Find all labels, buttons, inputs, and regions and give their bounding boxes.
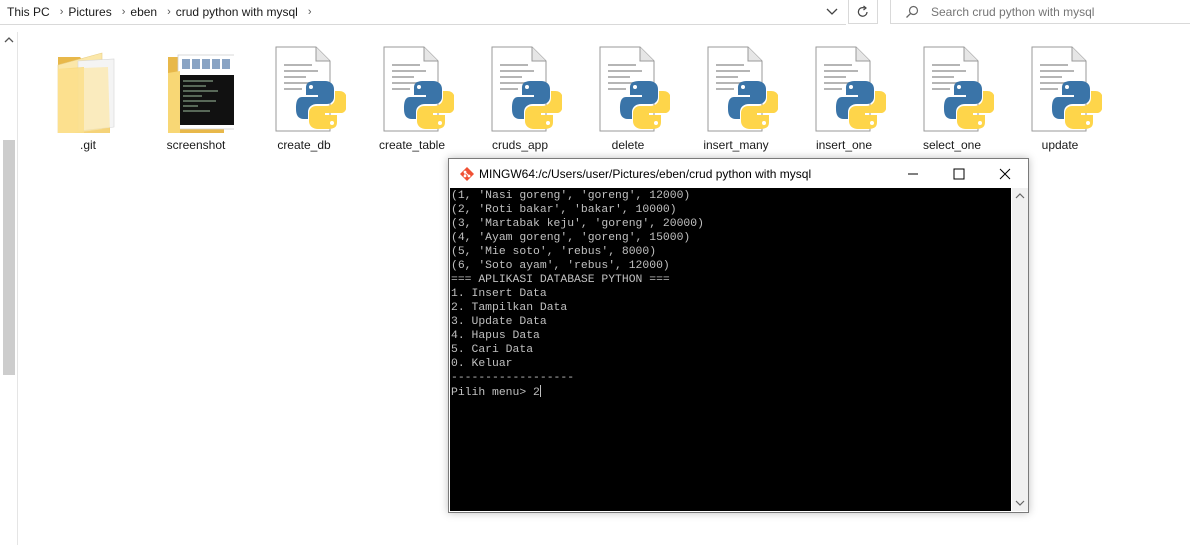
file-item-insert-one[interactable]: insert_one <box>790 40 898 160</box>
desktop: This PC › Pictures › eben › crud python … <box>0 0 1190 545</box>
refresh-icon <box>857 5 868 17</box>
minimize-button[interactable] <box>890 159 936 188</box>
terminal-line: (3, 'Martabak keju', 'goreng', 20000) <box>451 218 704 230</box>
file-item-cruds-app[interactable]: cruds_app <box>466 40 574 160</box>
git-bash-icon <box>460 166 474 181</box>
file-item-update[interactable]: update <box>1006 40 1114 160</box>
address-history-button[interactable] <box>822 2 842 22</box>
terminal-line: (4, 'Ayam goreng', 'goreng', 15000) <box>451 232 691 244</box>
file-name: insert_many <box>703 138 769 152</box>
terminal-line: 1. Insert Data <box>451 288 547 300</box>
scroll-up-icon[interactable] <box>4 35 14 45</box>
folder-thumbnail-icon <box>168 54 234 133</box>
minimize-icon <box>908 173 918 174</box>
maximize-button[interactable] <box>936 159 982 188</box>
terminal-output[interactable]: (1, 'Nasi goreng', 'goreng', 12000) (2, '… <box>450 188 1011 511</box>
file-name: create_table <box>378 138 446 152</box>
terminal-line: 4. Hapus Data <box>451 330 540 342</box>
terminal-prompt-line[interactable]: Pilih menu> 2 <box>451 385 1011 400</box>
file-item-git[interactable]: .git <box>34 40 142 160</box>
file-name: update <box>1041 138 1079 152</box>
terminal-line: (2, 'Roti bakar', 'bakar', 10000) <box>451 204 677 216</box>
python-file-icon <box>815 46 886 132</box>
terminal-line: 3. Update Data <box>451 316 547 328</box>
file-name: cruds_app <box>491 138 549 152</box>
terminal-line: (5, 'Mie soto', 'rebus', 8000) <box>451 246 657 258</box>
file-name: create_db <box>277 138 331 152</box>
address-bar-row: This PC › Pictures › eben › crud python … <box>0 0 1190 26</box>
python-file-icon <box>383 46 454 132</box>
python-file-icon <box>923 46 994 132</box>
chevron-right-icon[interactable]: › <box>50 6 69 18</box>
chevron-right-icon[interactable]: › <box>157 6 176 18</box>
navigation-pane-scrollbar[interactable] <box>0 32 18 545</box>
file-item-create-db[interactable]: create_db <box>250 40 358 160</box>
terminal-line: ------------------ <box>451 372 575 384</box>
file-item-screenshot[interactable]: screenshot <box>142 40 250 160</box>
scrollbar-thumb[interactable] <box>3 140 15 375</box>
maximize-icon <box>953 168 965 179</box>
python-file-icon <box>707 46 778 132</box>
terminal-title: MINGW64:/c/Users/user/Pictures/eben/crud… <box>479 166 812 181</box>
chevron-down-icon <box>826 8 838 15</box>
terminal-title-bar[interactable]: MINGW64:/c/Users/user/Pictures/eben/crud… <box>449 159 1028 188</box>
terminal-line: 2. Tampilkan Data <box>451 302 568 314</box>
scroll-up-icon[interactable] <box>1015 191 1025 201</box>
python-file-icon <box>491 46 562 132</box>
breadcrumb-item-pictures[interactable]: Pictures <box>68 5 111 19</box>
chevron-right-icon[interactable]: › <box>298 6 317 18</box>
breadcrumb-item-current-folder[interactable]: crud python with mysql <box>176 5 298 19</box>
python-file-icon <box>599 46 670 132</box>
file-name: insert_one <box>815 138 873 152</box>
file-name: select_one <box>922 138 982 152</box>
file-item-insert-many[interactable]: insert_many <box>682 40 790 160</box>
breadcrumb[interactable]: This PC › Pictures › eben › crud python … <box>0 0 845 24</box>
terminal-line: 5. Cari Data <box>451 344 534 356</box>
file-item-delete[interactable]: delete <box>574 40 682 160</box>
python-file-icon <box>1031 46 1102 132</box>
close-button[interactable] <box>982 159 1028 188</box>
chevron-right-icon[interactable]: › <box>112 6 131 18</box>
terminal-line: (6, 'Soto ayam', 'rebus', 12000) <box>451 260 670 272</box>
search-input[interactable] <box>931 4 1181 19</box>
search-box[interactable] <box>890 0 1190 24</box>
terminal-line: === APLIKASI DATABASE PYTHON === <box>451 274 670 286</box>
file-item-create-table[interactable]: create_table <box>358 40 466 160</box>
terminal-line: (1, 'Nasi goreng', 'goreng', 12000) <box>451 190 691 202</box>
file-name: screenshot <box>166 138 226 152</box>
terminal-line: 0. Keluar <box>451 358 513 370</box>
python-file-icon <box>275 46 346 132</box>
folder-icon <box>57 52 115 133</box>
breadcrumb-item-eben[interactable]: eben <box>130 5 157 19</box>
close-icon <box>999 168 1011 179</box>
breadcrumb-item-this-pc[interactable]: This PC <box>0 5 50 19</box>
file-name: delete <box>611 138 645 152</box>
file-item-select-one[interactable]: select_one <box>898 40 1006 160</box>
scroll-down-icon[interactable] <box>1015 498 1025 508</box>
terminal-window[interactable]: MINGW64:/c/Users/user/Pictures/eben/crud… <box>448 158 1029 513</box>
refresh-button[interactable] <box>848 0 878 24</box>
divider <box>0 24 846 25</box>
text-cursor <box>539 385 541 397</box>
terminal-scrollbar[interactable] <box>1012 188 1028 511</box>
file-name: .git <box>79 138 96 152</box>
terminal-prompt: Pilih menu> 2 <box>451 387 540 399</box>
search-icon <box>906 5 919 18</box>
